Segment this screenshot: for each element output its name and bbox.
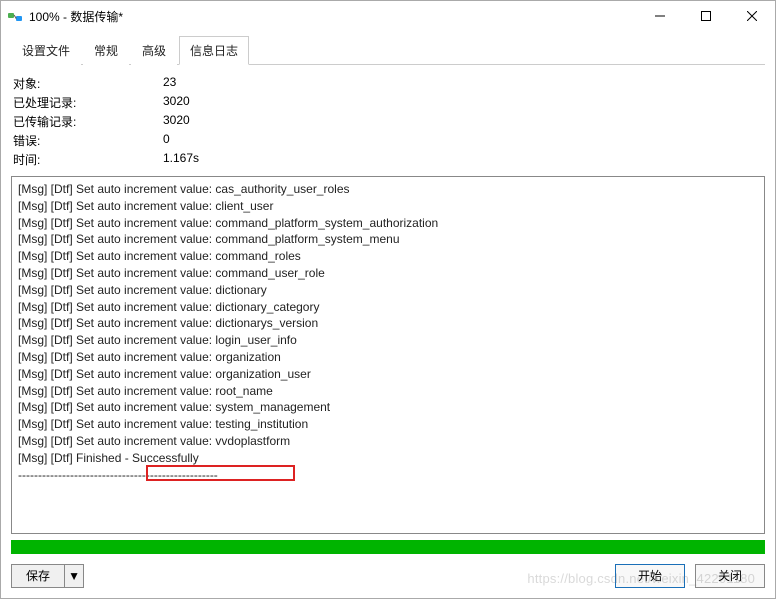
log-line: [Msg] [Dtf] Set auto increment value: or… bbox=[18, 366, 758, 383]
log-line: [Msg] [Dtf] Set auto increment value: te… bbox=[18, 416, 758, 433]
app-window: 100% - 数据传输* 设置文件 常规 高级 信息日志 对象: 23 已处理记… bbox=[0, 0, 776, 599]
log-line: [Msg] [Dtf] Set auto increment value: cl… bbox=[18, 198, 758, 215]
title-bar: 100% - 数据传输* bbox=[1, 1, 775, 32]
log-line: [Msg] [Dtf] Set auto increment value: co… bbox=[18, 231, 758, 248]
save-split-button: 保存 ▼ bbox=[11, 564, 84, 588]
minimize-button[interactable] bbox=[637, 1, 683, 31]
log-line: [Msg] [Dtf] Finished - Successfully bbox=[18, 450, 758, 467]
log-line: [Msg] [Dtf] Set auto increment value: di… bbox=[18, 315, 758, 332]
log-line: [Msg] [Dtf] Set auto increment value: di… bbox=[18, 299, 758, 316]
tab-info-log[interactable]: 信息日志 bbox=[179, 36, 249, 65]
window-title: 100% - 数据传输* bbox=[29, 8, 637, 25]
close-dialog-button[interactable]: 关闭 bbox=[695, 564, 765, 588]
chevron-down-icon: ▼ bbox=[68, 569, 80, 583]
maximize-button[interactable] bbox=[683, 1, 729, 31]
save-dropdown-button[interactable]: ▼ bbox=[65, 565, 83, 587]
stat-error-label: 错误: bbox=[13, 132, 163, 149]
log-line: [Msg] [Dtf] Set auto increment value: co… bbox=[18, 248, 758, 265]
log-line: [Msg] [Dtf] Set auto increment value: lo… bbox=[18, 332, 758, 349]
log-line: ----------------------------------------… bbox=[18, 467, 758, 484]
stat-transferred-label: 已传输记录: bbox=[13, 113, 163, 130]
log-line: [Msg] [Dtf] Set auto increment value: sy… bbox=[18, 399, 758, 416]
log-line: [Msg] [Dtf] Set auto increment value: ca… bbox=[18, 181, 758, 198]
close-button[interactable] bbox=[729, 1, 775, 31]
tab-settings-file[interactable]: 设置文件 bbox=[11, 36, 81, 65]
progress-bar bbox=[11, 540, 765, 554]
log-line: [Msg] [Dtf] Set auto increment value: co… bbox=[18, 265, 758, 282]
stat-object-label: 对象: bbox=[13, 75, 163, 92]
start-button[interactable]: 开始 bbox=[615, 564, 685, 588]
stat-error-value: 0 bbox=[163, 132, 763, 149]
stat-processed-label: 已处理记录: bbox=[13, 94, 163, 111]
tab-advanced[interactable]: 高级 bbox=[131, 36, 177, 65]
stat-object-value: 23 bbox=[163, 75, 763, 92]
log-line: [Msg] [Dtf] Set auto increment value: vv… bbox=[18, 433, 758, 450]
log-line: [Msg] [Dtf] Set auto increment value: co… bbox=[18, 215, 758, 232]
stat-transferred-value: 3020 bbox=[163, 113, 763, 130]
tab-general[interactable]: 常规 bbox=[83, 36, 129, 65]
footer-bar: 保存 ▼ 开始 关闭 bbox=[11, 564, 765, 588]
stats-panel: 对象: 23 已处理记录: 3020 已传输记录: 3020 错误: 0 时间:… bbox=[11, 73, 765, 176]
log-line: [Msg] [Dtf] Set auto increment value: or… bbox=[18, 349, 758, 366]
app-icon bbox=[7, 9, 23, 25]
log-output[interactable]: [Msg] [Dtf] Set auto increment value: ca… bbox=[11, 176, 765, 534]
window-content: 设置文件 常规 高级 信息日志 对象: 23 已处理记录: 3020 已传输记录… bbox=[1, 32, 775, 598]
save-button[interactable]: 保存 bbox=[12, 565, 65, 587]
log-line: [Msg] [Dtf] Set auto increment value: di… bbox=[18, 282, 758, 299]
window-controls bbox=[637, 1, 775, 32]
tab-bar: 设置文件 常规 高级 信息日志 bbox=[11, 36, 765, 65]
log-line: [Msg] [Dtf] Set auto increment value: ro… bbox=[18, 383, 758, 400]
stat-time-label: 时间: bbox=[13, 151, 163, 168]
stat-time-value: 1.167s bbox=[163, 151, 763, 168]
stat-processed-value: 3020 bbox=[163, 94, 763, 111]
